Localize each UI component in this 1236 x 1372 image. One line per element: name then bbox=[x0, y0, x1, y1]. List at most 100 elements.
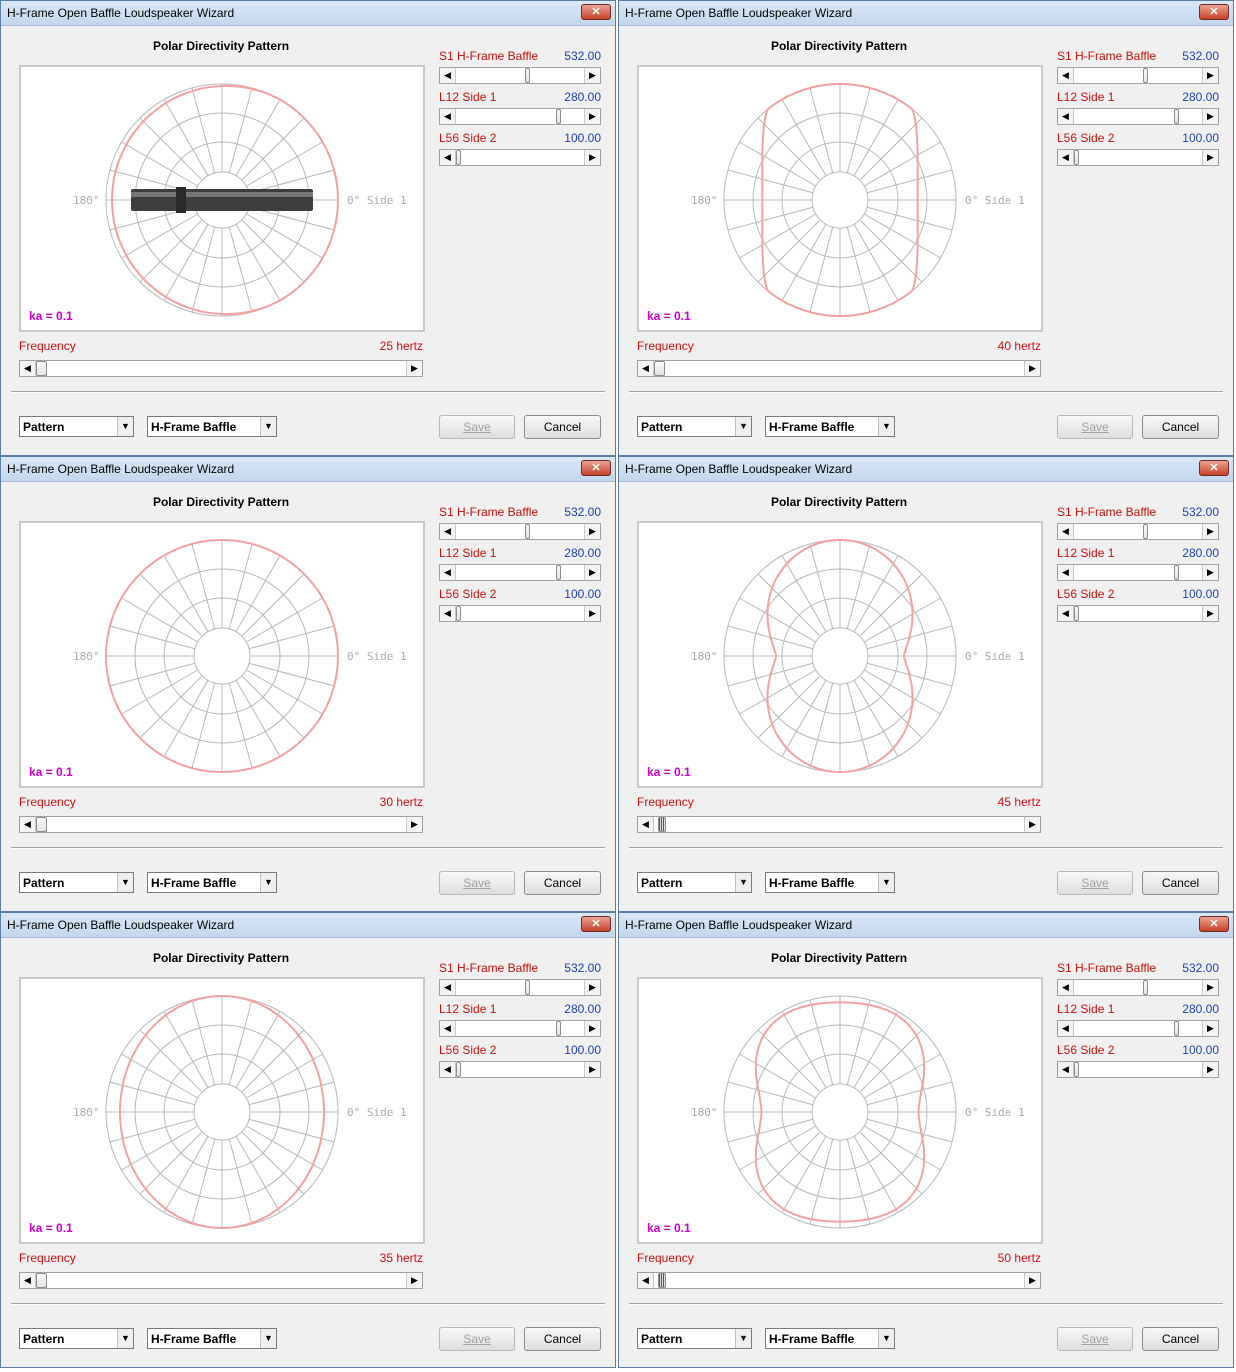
scroll-left-icon[interactable]: ◀ bbox=[440, 980, 456, 995]
l56-slider-thumb[interactable] bbox=[1074, 1062, 1079, 1077]
s1-slider-thumb[interactable] bbox=[525, 68, 530, 83]
view-select[interactable]: Pattern ▼ bbox=[637, 416, 752, 437]
s1-slider-thumb[interactable] bbox=[1143, 980, 1148, 995]
l56-slider-thumb[interactable] bbox=[456, 1062, 461, 1077]
close-button[interactable]: ✕ bbox=[581, 916, 611, 932]
save-button[interactable]: Save bbox=[1057, 415, 1133, 439]
frequency-slider-thumb[interactable] bbox=[36, 361, 47, 376]
l56-slider-thumb[interactable] bbox=[456, 606, 461, 621]
l12-slider[interactable]: ◀ ▶ bbox=[1057, 1020, 1219, 1037]
frequency-slider[interactable]: ◀ ▶ bbox=[637, 1272, 1041, 1289]
title-bar[interactable]: H-Frame Open Baffle Loudspeaker Wizard ✕ bbox=[1, 1, 615, 26]
model-select[interactable]: H-Frame Baffle ▼ bbox=[765, 1328, 895, 1349]
chevron-down-icon[interactable]: ▼ bbox=[735, 873, 751, 892]
scroll-right-icon[interactable]: ▶ bbox=[406, 361, 422, 376]
scroll-left-icon[interactable]: ◀ bbox=[440, 1021, 456, 1036]
model-select[interactable]: H-Frame Baffle ▼ bbox=[765, 416, 895, 437]
close-button[interactable]: ✕ bbox=[1199, 460, 1229, 476]
scroll-right-icon[interactable]: ▶ bbox=[1202, 150, 1218, 165]
scroll-right-icon[interactable]: ▶ bbox=[584, 565, 600, 580]
l56-slider[interactable]: ◀ ▶ bbox=[1057, 605, 1219, 622]
scroll-right-icon[interactable]: ▶ bbox=[584, 109, 600, 124]
scroll-left-icon[interactable]: ◀ bbox=[440, 109, 456, 124]
scroll-left-icon[interactable]: ◀ bbox=[1058, 1062, 1074, 1077]
title-bar[interactable]: H-Frame Open Baffle Loudspeaker Wizard ✕ bbox=[1, 913, 615, 938]
scroll-right-icon[interactable]: ▶ bbox=[584, 606, 600, 621]
l12-slider-thumb[interactable] bbox=[1174, 1021, 1179, 1036]
cancel-button[interactable]: Cancel bbox=[1142, 871, 1219, 895]
l12-slider[interactable]: ◀ ▶ bbox=[439, 1020, 601, 1037]
scroll-left-icon[interactable]: ◀ bbox=[1058, 606, 1074, 621]
frequency-slider[interactable]: ◀ ▶ bbox=[637, 816, 1041, 833]
chevron-down-icon[interactable]: ▼ bbox=[878, 417, 894, 436]
chevron-down-icon[interactable]: ▼ bbox=[260, 417, 276, 436]
scroll-left-icon[interactable]: ◀ bbox=[1058, 980, 1074, 995]
l12-slider-thumb[interactable] bbox=[1174, 565, 1179, 580]
frequency-slider[interactable]: ◀ ▶ bbox=[19, 360, 423, 377]
cancel-button[interactable]: Cancel bbox=[1142, 415, 1219, 439]
frequency-slider[interactable]: ◀ ▶ bbox=[19, 816, 423, 833]
l12-slider-thumb[interactable] bbox=[556, 1021, 561, 1036]
scroll-right-icon[interactable]: ▶ bbox=[406, 1273, 422, 1288]
scroll-right-icon[interactable]: ▶ bbox=[584, 68, 600, 83]
scroll-right-icon[interactable]: ▶ bbox=[1202, 109, 1218, 124]
frequency-slider-thumb[interactable] bbox=[658, 817, 666, 832]
scroll-left-icon[interactable]: ◀ bbox=[1058, 1021, 1074, 1036]
save-button[interactable]: Save bbox=[1057, 871, 1133, 895]
s1-slider[interactable]: ◀ ▶ bbox=[1057, 523, 1219, 540]
save-button[interactable]: Save bbox=[439, 871, 515, 895]
cancel-button[interactable]: Cancel bbox=[524, 871, 601, 895]
chevron-down-icon[interactable]: ▼ bbox=[117, 1329, 133, 1348]
scroll-left-icon[interactable]: ◀ bbox=[638, 1273, 654, 1288]
chevron-down-icon[interactable]: ▼ bbox=[878, 873, 894, 892]
model-select[interactable]: H-Frame Baffle ▼ bbox=[147, 416, 277, 437]
scroll-right-icon[interactable]: ▶ bbox=[1024, 817, 1040, 832]
close-button[interactable]: ✕ bbox=[1199, 916, 1229, 932]
scroll-left-icon[interactable]: ◀ bbox=[20, 361, 36, 376]
s1-slider[interactable]: ◀ ▶ bbox=[439, 67, 601, 84]
chevron-down-icon[interactable]: ▼ bbox=[117, 417, 133, 436]
close-button[interactable]: ✕ bbox=[1199, 4, 1229, 20]
scroll-right-icon[interactable]: ▶ bbox=[1202, 1021, 1218, 1036]
l56-slider-thumb[interactable] bbox=[1074, 150, 1079, 165]
scroll-right-icon[interactable]: ▶ bbox=[1202, 565, 1218, 580]
s1-slider[interactable]: ◀ ▶ bbox=[439, 523, 601, 540]
l12-slider-thumb[interactable] bbox=[556, 565, 561, 580]
cancel-button[interactable]: Cancel bbox=[524, 415, 601, 439]
model-select[interactable]: H-Frame Baffle ▼ bbox=[765, 872, 895, 893]
frequency-slider[interactable]: ◀ ▶ bbox=[19, 1272, 423, 1289]
title-bar[interactable]: H-Frame Open Baffle Loudspeaker Wizard ✕ bbox=[619, 913, 1233, 938]
frequency-slider-thumb[interactable] bbox=[36, 1273, 47, 1288]
l56-slider[interactable]: ◀ ▶ bbox=[439, 1061, 601, 1078]
save-button[interactable]: Save bbox=[439, 415, 515, 439]
l12-slider[interactable]: ◀ ▶ bbox=[439, 564, 601, 581]
scroll-left-icon[interactable]: ◀ bbox=[1058, 150, 1074, 165]
l12-slider[interactable]: ◀ ▶ bbox=[1057, 108, 1219, 125]
l56-slider[interactable]: ◀ ▶ bbox=[439, 605, 601, 622]
chevron-down-icon[interactable]: ▼ bbox=[260, 873, 276, 892]
scroll-right-icon[interactable]: ▶ bbox=[584, 524, 600, 539]
chevron-down-icon[interactable]: ▼ bbox=[735, 417, 751, 436]
s1-slider[interactable]: ◀ ▶ bbox=[1057, 67, 1219, 84]
view-select[interactable]: Pattern ▼ bbox=[637, 872, 752, 893]
view-select[interactable]: Pattern ▼ bbox=[637, 1328, 752, 1349]
s1-slider-thumb[interactable] bbox=[1143, 68, 1148, 83]
l12-slider-thumb[interactable] bbox=[556, 109, 561, 124]
l56-slider-thumb[interactable] bbox=[1074, 606, 1079, 621]
chevron-down-icon[interactable]: ▼ bbox=[878, 1329, 894, 1348]
frequency-slider-thumb[interactable] bbox=[36, 817, 47, 832]
model-select[interactable]: H-Frame Baffle ▼ bbox=[147, 872, 277, 893]
scroll-right-icon[interactable]: ▶ bbox=[584, 1021, 600, 1036]
l56-slider[interactable]: ◀ ▶ bbox=[439, 149, 601, 166]
scroll-left-icon[interactable]: ◀ bbox=[1058, 524, 1074, 539]
scroll-right-icon[interactable]: ▶ bbox=[1202, 1062, 1218, 1077]
s1-slider-thumb[interactable] bbox=[525, 980, 530, 995]
l56-slider[interactable]: ◀ ▶ bbox=[1057, 149, 1219, 166]
l56-slider-thumb[interactable] bbox=[456, 150, 461, 165]
scroll-right-icon[interactable]: ▶ bbox=[1202, 980, 1218, 995]
s1-slider-thumb[interactable] bbox=[1143, 524, 1148, 539]
s1-slider[interactable]: ◀ ▶ bbox=[439, 979, 601, 996]
scroll-left-icon[interactable]: ◀ bbox=[1058, 565, 1074, 580]
title-bar[interactable]: H-Frame Open Baffle Loudspeaker Wizard ✕ bbox=[619, 1, 1233, 26]
scroll-left-icon[interactable]: ◀ bbox=[20, 1273, 36, 1288]
